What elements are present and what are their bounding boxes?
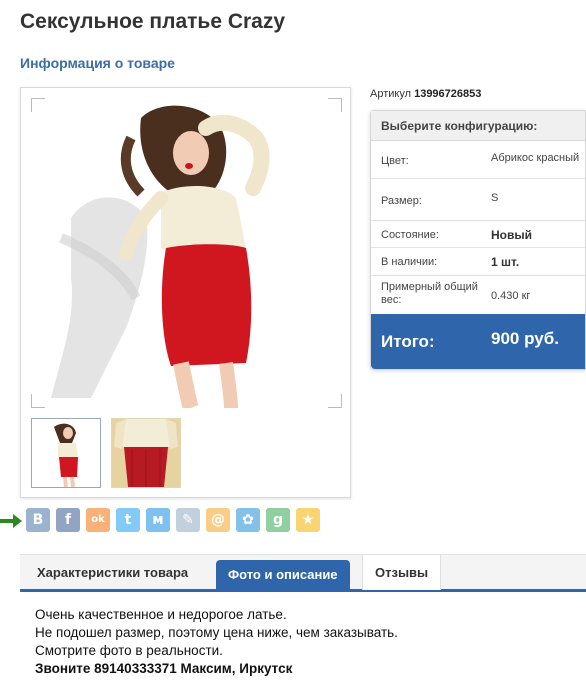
total-label: Итого: bbox=[381, 332, 435, 351]
thumbnail-1[interactable] bbox=[31, 418, 101, 488]
sku-value: 13996726853 bbox=[414, 88, 482, 100]
photo-frame-corner bbox=[328, 98, 342, 112]
tab-photo-description[interactable]: Фото и описание bbox=[216, 560, 350, 590]
configuration-header: Выберите конфигурацию: bbox=[371, 111, 585, 141]
total-price-bar: Итого: 900 руб. bbox=[371, 314, 585, 369]
page-title: Сексульное платье Crazy bbox=[20, 10, 286, 33]
main-product-photo[interactable] bbox=[31, 98, 342, 408]
model-photo-image bbox=[51, 105, 270, 408]
thumbnail-2[interactable] bbox=[111, 418, 181, 488]
description-line: Очень качественное и недорогое латье. bbox=[35, 607, 287, 622]
favorites-star-icon[interactable]: ★ bbox=[296, 508, 320, 532]
size-label: Размер: bbox=[381, 195, 422, 207]
weight-label: Примерный общий вес: bbox=[381, 281, 478, 306]
config-row-state: Состояние: Новый bbox=[371, 221, 585, 248]
mailru-icon[interactable]: @ bbox=[206, 508, 230, 532]
product-info-link[interactable]: Информация о товаре bbox=[20, 55, 175, 71]
settings-share-icon[interactable]: ✿ bbox=[236, 508, 260, 532]
photo-frame-corner bbox=[31, 394, 45, 408]
total-price: 900 руб. bbox=[491, 329, 559, 348]
stock-label: В наличии: bbox=[381, 256, 438, 268]
stock-value: 1 шт. bbox=[491, 255, 520, 269]
description-line: Смотрите фото в реальности. bbox=[35, 643, 223, 658]
thumbnail-model-image bbox=[32, 419, 100, 487]
green-arrow-icon bbox=[0, 514, 22, 528]
photo-frame-corner bbox=[328, 394, 342, 408]
description-line: Не подошел размер, поэтому цена ниже, че… bbox=[35, 625, 398, 640]
facebook-icon[interactable]: f bbox=[56, 508, 80, 532]
product-tabs: Характеристики товара Фото и описание От… bbox=[20, 554, 586, 592]
product-description: Очень качественное и недорогое латье. Не… bbox=[35, 606, 398, 678]
configuration-panel: Выберите конфигурацию: Цвет: Абрикос кра… bbox=[370, 110, 586, 370]
vkontakte-icon[interactable]: В bbox=[26, 508, 50, 532]
livejournal-icon[interactable]: ✎ bbox=[176, 508, 200, 532]
tab-characteristics[interactable]: Характеристики товара bbox=[25, 555, 200, 590]
color-label: Цвет: bbox=[381, 155, 409, 167]
tab-reviews[interactable]: Отзывы bbox=[362, 555, 442, 590]
color-value[interactable]: Абрикос красный bbox=[491, 152, 579, 164]
config-row-color[interactable]: Цвет: Абрикос красный bbox=[371, 141, 585, 179]
social-share-bar: Вf ok t м ✎ @ ✿ g ★ bbox=[0, 508, 330, 534]
config-row-stock: В наличии: 1 шт. bbox=[371, 248, 585, 276]
googleplus-icon[interactable]: g bbox=[266, 508, 290, 532]
thumbnail-dress-image bbox=[112, 419, 180, 487]
photo-frame-corner bbox=[31, 98, 45, 112]
sku-line: Артикул 13996726853 bbox=[370, 88, 481, 100]
weight-value: 0.430 кг bbox=[491, 290, 531, 302]
twitter-icon[interactable]: t bbox=[116, 508, 140, 532]
moimir-icon[interactable]: м bbox=[146, 508, 170, 532]
product-gallery bbox=[20, 87, 351, 498]
sku-label: Артикул bbox=[370, 88, 412, 100]
state-value: Новый bbox=[491, 228, 532, 242]
size-value[interactable]: S bbox=[491, 192, 498, 204]
odnoklassniki-icon[interactable]: ok bbox=[86, 508, 110, 532]
state-label: Состояние: bbox=[381, 229, 439, 241]
config-row-weight: Примерный общий вес: 0.430 кг bbox=[371, 276, 585, 314]
config-row-size[interactable]: Размер: S bbox=[371, 179, 585, 221]
contact-line: Звоните 89140333371 Максим, Иркутск bbox=[35, 661, 293, 676]
